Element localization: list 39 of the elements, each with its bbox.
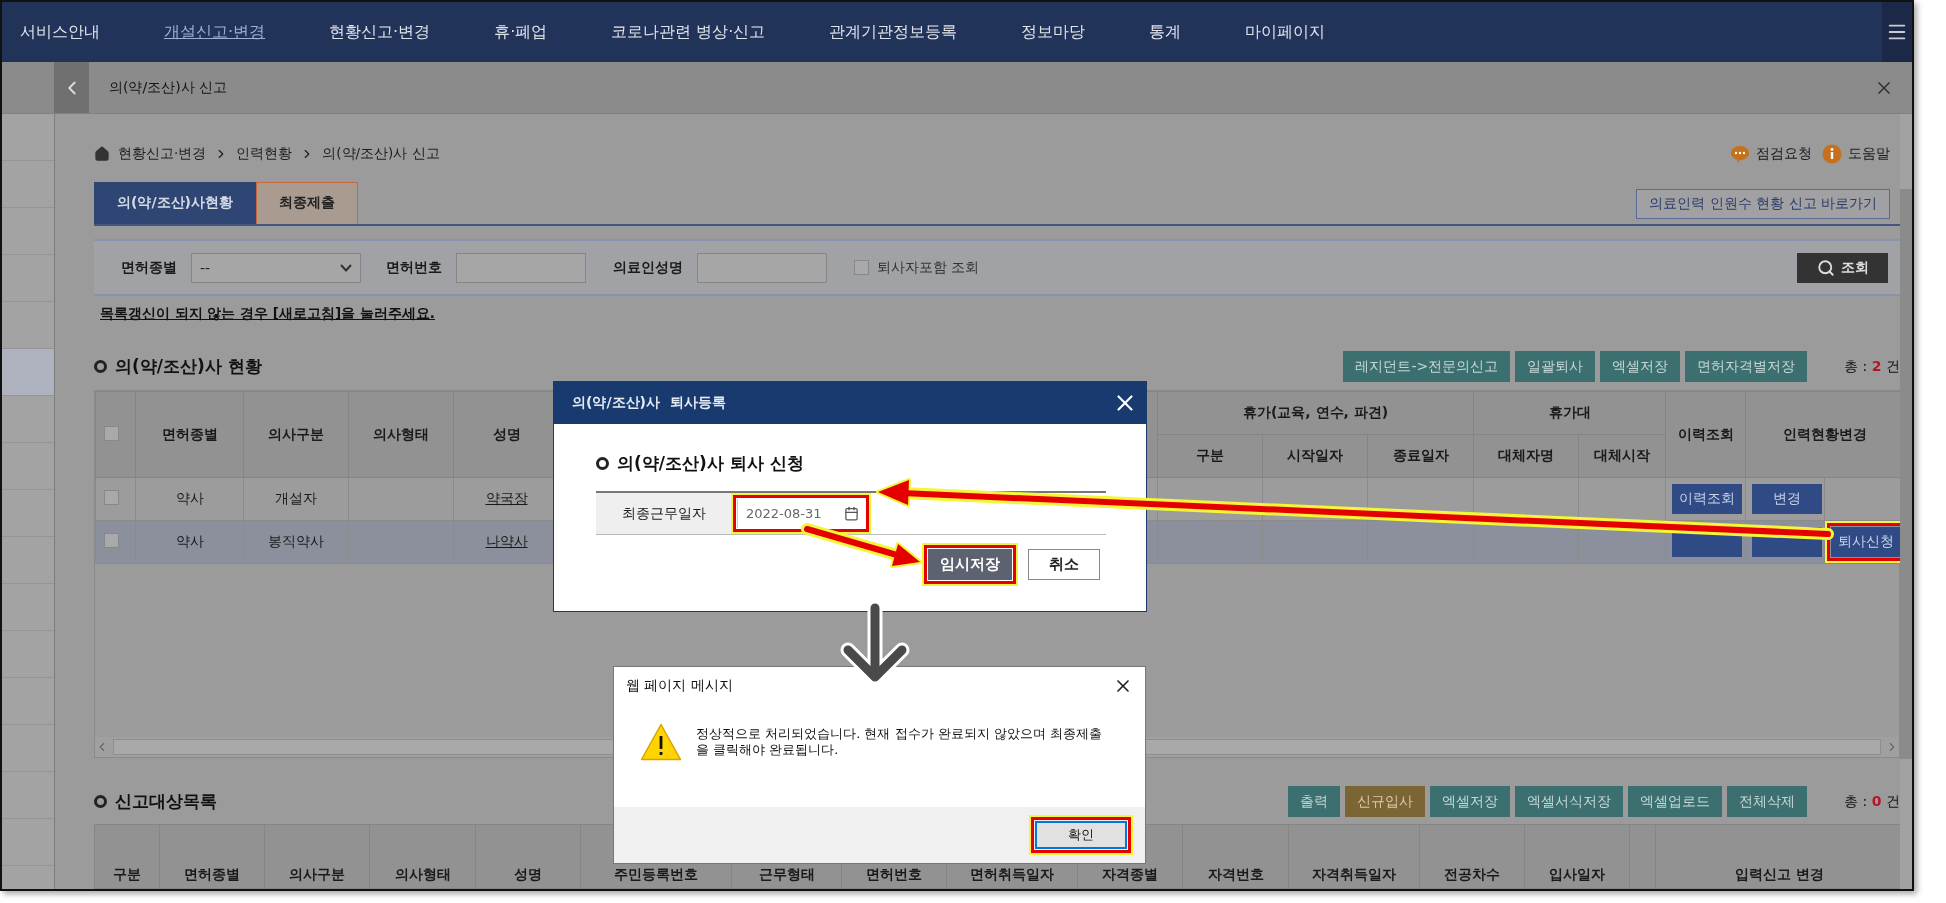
column-header: 입사일자 (1524, 824, 1630, 889)
section-title: 의(약/조산)사 현황 (115, 355, 262, 379)
column-header: 휴가대 (1473, 391, 1666, 435)
column-header: 자격취득일자 (1288, 824, 1420, 889)
column-header: 구분 (1157, 434, 1263, 478)
column-header: 면허종별 (159, 824, 265, 889)
column-header: 면허종별 (135, 391, 244, 478)
section-title: 의(약/조산)사 퇴사 신청 (617, 452, 804, 475)
panel-title: 의(약/조산)사 신고 (109, 78, 228, 97)
column-header: 의사형태 (348, 391, 454, 478)
notice-text: 목록갱신이 되지 않는 경우 [새로고침]을 눌러주세요. (99, 305, 436, 324)
field-label: 면허종별 (121, 258, 177, 277)
column-header: 의사구분 (243, 391, 349, 478)
table-cell: 봉직약사 (243, 520, 349, 564)
dialog-title: 의(약/조산)사 퇴사등록 (572, 394, 726, 412)
column-header: 의사형태 (369, 824, 476, 889)
column-header: 대체시작 (1578, 434, 1666, 478)
column-header: 종료일자 (1367, 434, 1474, 478)
column-header: 시작일자 (1262, 434, 1368, 478)
column-header: 대체자명 (1473, 434, 1579, 478)
dialog-title: 웹 페이지 메시지 (626, 677, 733, 695)
total-count: 총 : 0 건 (1844, 792, 1900, 811)
table-cell: 약사 (135, 520, 244, 564)
message-text: 정상적으로 처리되었습니다. 현재 접수가 완료되지 않았으며 최종제출을 클릭해야 완료됩니다. (696, 726, 1103, 758)
section-title: 신고대상목록 (115, 790, 217, 813)
column-header: 이력조회 (1665, 391, 1746, 478)
table-cell: 개설자 (243, 477, 349, 521)
column-header: 자격번호 (1182, 824, 1289, 889)
field-label: 최종근무일자 (596, 493, 731, 534)
column-header: 의사구분 (264, 824, 370, 889)
field-label: 의료인성명 (613, 258, 683, 277)
column-header: 전공차수 (1419, 824, 1525, 889)
total-count: 총 : 2 건 (1844, 357, 1900, 376)
checkbox-label: 퇴사자포함 조회 (877, 258, 980, 277)
table-cell: 약사 (135, 477, 244, 521)
column-header: 휴가(교육, 연수, 파견) (1157, 391, 1474, 435)
field-label: 면허번호 (386, 258, 442, 277)
column-header: 구분 (94, 824, 160, 889)
column-header: 성명 (475, 824, 581, 889)
